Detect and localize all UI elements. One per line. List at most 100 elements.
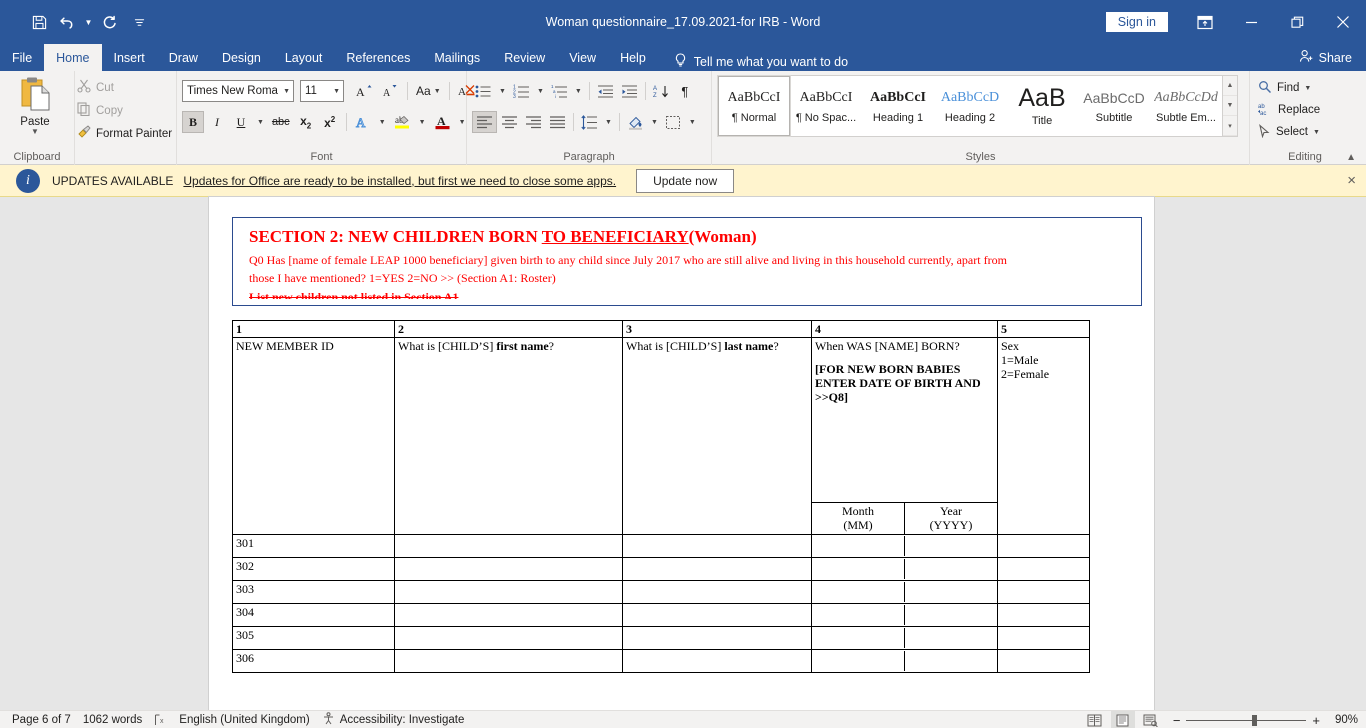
tab-design[interactable]: Design xyxy=(210,44,273,71)
row-month-cell[interactable] xyxy=(815,628,905,648)
zoom-thumb[interactable] xyxy=(1252,714,1258,726)
row-year-cell[interactable] xyxy=(905,605,995,625)
close-icon[interactable] xyxy=(1320,0,1366,44)
read-mode-view-icon[interactable] xyxy=(1083,711,1107,728)
row-last-name-cell[interactable] xyxy=(622,603,812,627)
row-last-name-cell[interactable] xyxy=(622,557,812,581)
zoom-out-button[interactable]: − xyxy=(1173,713,1181,728)
borders-icon[interactable] xyxy=(662,111,685,133)
word-count[interactable]: 1062 words xyxy=(83,714,142,726)
replace-button[interactable]: ab ac Replace xyxy=(1255,99,1323,121)
row-month-cell[interactable] xyxy=(815,582,905,602)
select-dropdown-icon[interactable]: ▼ xyxy=(1313,129,1320,136)
text-highlight-dropdown-icon[interactable]: ▼ xyxy=(416,111,429,133)
row-last-name-cell[interactable] xyxy=(622,534,812,558)
text-highlight-color-icon[interactable]: ab xyxy=(391,111,414,133)
table-row[interactable]: 303 xyxy=(232,580,1090,604)
tab-mailings[interactable]: Mailings xyxy=(422,44,492,71)
text-effects-dropdown-icon[interactable]: ▼ xyxy=(376,111,389,133)
row-first-name-cell[interactable] xyxy=(394,626,623,650)
row-dob-cell[interactable] xyxy=(811,649,998,673)
numbering-icon[interactable]: 123 xyxy=(510,80,533,102)
sign-in-button[interactable]: Sign in xyxy=(1105,12,1168,32)
page-indicator[interactable]: Page 6 of 7 xyxy=(12,714,71,726)
shading-dropdown-icon[interactable]: ▼ xyxy=(648,111,661,133)
align-center-icon[interactable] xyxy=(498,111,521,133)
ribbon-display-options-icon[interactable] xyxy=(1182,0,1228,44)
underline-dropdown-icon[interactable]: ▼ xyxy=(254,111,267,133)
tab-review[interactable]: Review xyxy=(492,44,557,71)
style-no-spacing[interactable]: AaBbCcI ¶ No Spac... xyxy=(790,76,862,136)
show-formatting-marks-icon[interactable]: ¶ xyxy=(674,80,696,102)
styles-scroll-down-icon[interactable]: ▼ xyxy=(1223,96,1237,116)
styles-gallery-scrollbar[interactable]: ▲ ▼ ▾ xyxy=(1222,76,1237,136)
multilevel-list-dropdown-icon[interactable]: ▼ xyxy=(572,80,585,102)
copy-button[interactable]: Copy xyxy=(74,100,175,121)
row-first-name-cell[interactable] xyxy=(394,557,623,581)
justify-icon[interactable] xyxy=(546,111,569,133)
update-bar-message[interactable]: Updates for Office are ready to be insta… xyxy=(183,174,616,188)
increase-indent-icon[interactable] xyxy=(618,80,641,102)
paste-button[interactable]: Paste ▼ xyxy=(5,74,65,136)
table-row[interactable]: 305 xyxy=(232,626,1090,650)
style-subtle-emphasis[interactable]: AaBbCcDd Subtle Em... xyxy=(1150,76,1222,136)
superscript-button[interactable]: x2 xyxy=(319,111,341,133)
bullets-dropdown-icon[interactable]: ▼ xyxy=(496,80,509,102)
tell-me-search[interactable]: Tell me what you want to do xyxy=(674,53,848,71)
row-month-cell[interactable] xyxy=(815,605,905,625)
tab-draw[interactable]: Draw xyxy=(157,44,210,71)
change-case-dropdown-icon[interactable]: ▼ xyxy=(434,88,441,95)
row-last-name-cell[interactable] xyxy=(622,626,812,650)
cut-button[interactable]: Cut xyxy=(74,77,175,98)
row-year-cell[interactable] xyxy=(905,536,995,556)
row-sex-cell[interactable] xyxy=(997,534,1090,558)
share-button[interactable]: Share xyxy=(1299,44,1352,71)
update-now-button[interactable]: Update now xyxy=(636,168,735,193)
multilevel-list-icon[interactable]: 1ai xyxy=(548,80,571,102)
line-spacing-dropdown-icon[interactable]: ▼ xyxy=(602,111,615,133)
row-sex-cell[interactable] xyxy=(997,649,1090,673)
table-row[interactable]: 304 xyxy=(232,603,1090,627)
zoom-slider[interactable]: − + xyxy=(1173,713,1320,728)
paste-dropdown-icon[interactable]: ▼ xyxy=(31,128,39,136)
tab-layout[interactable]: Layout xyxy=(273,44,335,71)
collapse-ribbon-icon[interactable]: ▲ xyxy=(1346,152,1356,163)
borders-dropdown-icon[interactable]: ▼ xyxy=(686,111,699,133)
redo-icon[interactable] xyxy=(97,9,123,35)
table-row[interactable]: 301 xyxy=(232,534,1090,558)
decrease-indent-icon[interactable] xyxy=(594,80,617,102)
row-first-name-cell[interactable] xyxy=(394,649,623,673)
row-month-cell[interactable] xyxy=(815,559,905,579)
row-dob-cell[interactable] xyxy=(811,534,998,558)
document-page[interactable]: SECTION 2: NEW CHILDREN BORN TO BENEFICI… xyxy=(209,197,1154,710)
font-color-icon[interactable]: A xyxy=(431,111,454,133)
align-right-icon[interactable] xyxy=(522,111,545,133)
row-sex-cell[interactable] xyxy=(997,626,1090,650)
row-sex-cell[interactable] xyxy=(997,603,1090,627)
select-button[interactable]: Select ▼ xyxy=(1255,121,1323,143)
undo-dropdown-icon[interactable]: ▼ xyxy=(82,9,95,35)
web-layout-view-icon[interactable] xyxy=(1139,711,1163,728)
font-size-combobox[interactable]: 11 ▼ xyxy=(300,80,344,102)
save-icon[interactable] xyxy=(26,9,52,35)
numbering-dropdown-icon[interactable]: ▼ xyxy=(534,80,547,102)
restore-icon[interactable] xyxy=(1274,0,1320,44)
format-painter-button[interactable]: Format Painter xyxy=(74,123,175,144)
row-first-name-cell[interactable] xyxy=(394,603,623,627)
tab-references[interactable]: References xyxy=(334,44,422,71)
font-name-dropdown-icon[interactable]: ▼ xyxy=(283,88,290,95)
row-last-name-cell[interactable] xyxy=(622,580,812,604)
row-year-cell[interactable] xyxy=(905,651,995,671)
row-sex-cell[interactable] xyxy=(997,580,1090,604)
shading-icon[interactable] xyxy=(624,111,647,133)
tab-help[interactable]: Help xyxy=(608,44,658,71)
table-row[interactable]: 306 xyxy=(232,649,1090,673)
row-sex-cell[interactable] xyxy=(997,557,1090,581)
proofing-errors-icon[interactable]: x xyxy=(154,714,167,726)
styles-scroll-up-icon[interactable]: ▲ xyxy=(1223,76,1237,96)
accessibility-indicator[interactable]: Accessibility: Investigate xyxy=(322,711,464,728)
tab-file[interactable]: File xyxy=(0,44,44,71)
undo-icon[interactable] xyxy=(54,9,80,35)
text-effects-icon[interactable]: A xyxy=(352,111,374,133)
print-layout-view-icon[interactable] xyxy=(1110,711,1135,728)
